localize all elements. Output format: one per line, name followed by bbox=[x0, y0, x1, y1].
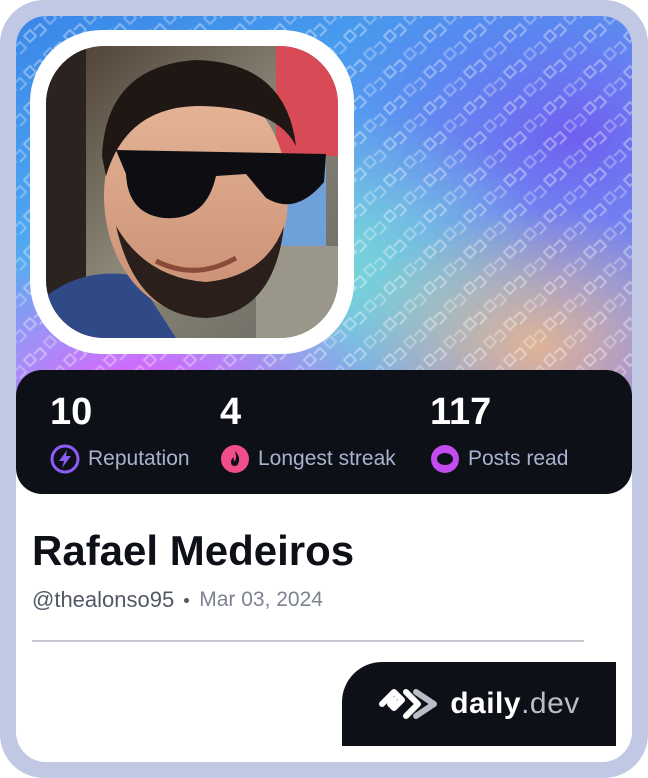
posts-read-label: Posts read bbox=[468, 447, 569, 470]
brand-badge[interactable]: daily.dev bbox=[342, 662, 616, 746]
reputation-label: Reputation bbox=[88, 447, 190, 470]
user-name: Rafael Medeiros bbox=[32, 527, 355, 574]
longest-streak-label: Longest streak bbox=[258, 447, 396, 470]
user-handle[interactable]: @thealonso95 bbox=[32, 587, 174, 613]
separator-dot bbox=[184, 597, 190, 603]
avatar-frame bbox=[30, 30, 354, 354]
join-date: Mar 03, 2024 bbox=[199, 588, 323, 611]
brand-tld: .dev bbox=[521, 687, 580, 720]
avatar[interactable] bbox=[46, 46, 338, 338]
reputation-value: 10 bbox=[50, 391, 93, 433]
flame-icon bbox=[221, 445, 249, 473]
profile-info: Rafael Medeiros @thealonso95 Mar 03, 202… bbox=[32, 525, 584, 613]
stat-reputation: 10 Reputation bbox=[50, 388, 190, 474]
stat-longest-streak: 4 Longest streak bbox=[220, 388, 396, 474]
profile-meta: @thealonso95 Mar 03, 2024 bbox=[32, 587, 584, 613]
longest-streak-value: 4 bbox=[220, 391, 242, 433]
cover-background bbox=[16, 16, 632, 416]
brand-wordmark: daily.dev bbox=[450, 687, 580, 721]
eye-ring-icon bbox=[431, 445, 459, 473]
stat-posts-read: 117 Posts read bbox=[430, 388, 568, 474]
avatar-photo bbox=[46, 46, 338, 338]
divider bbox=[32, 640, 584, 642]
daily-dev-logo-icon bbox=[379, 689, 438, 719]
stats-bar: 10 Reputation 4 Longest streak 117 Posts… bbox=[16, 370, 632, 494]
brand-name: daily bbox=[450, 687, 522, 720]
lightning-icon bbox=[50, 444, 80, 474]
posts-read-value: 117 bbox=[430, 391, 492, 433]
